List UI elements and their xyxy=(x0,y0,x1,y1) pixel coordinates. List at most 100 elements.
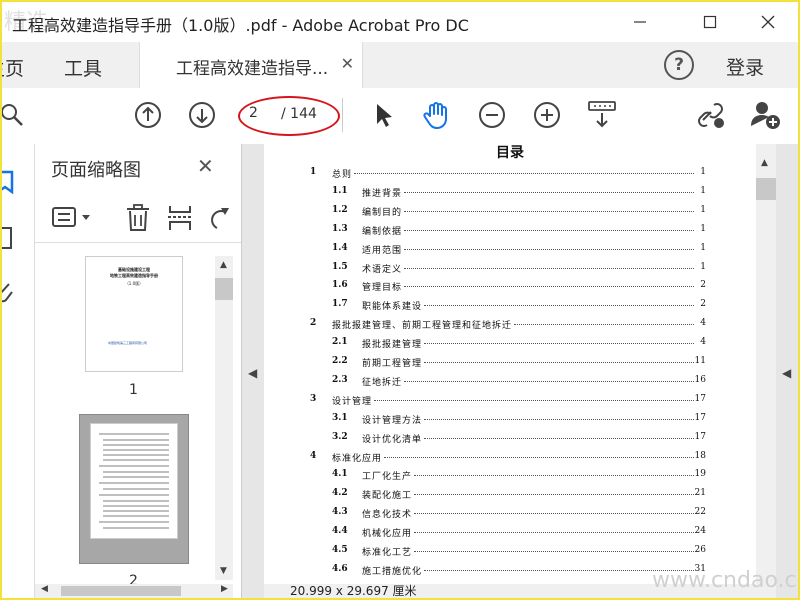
toc-row[interactable]: 1.1 推进背景 1 xyxy=(264,183,756,199)
toc-leader xyxy=(424,362,694,363)
login-button[interactable]: 登录 xyxy=(726,53,764,80)
toc-leader xyxy=(424,418,694,420)
toc-text: 征地拆迁 xyxy=(362,377,403,388)
scroll-down-arrow-icon[interactable]: ▼ xyxy=(220,566,227,576)
thumbnail-vertical-scrollbar[interactable]: ▲ ▼ xyxy=(215,256,233,580)
hand-icon[interactable] xyxy=(422,100,452,130)
doc-scroll-up-arrow-icon[interactable]: ▲ xyxy=(761,158,768,168)
close-icon xyxy=(761,15,775,29)
toc-page-number: 16 xyxy=(694,374,706,385)
toc-page-number: 1 xyxy=(700,185,706,196)
keyboard-icon[interactable] xyxy=(587,100,617,130)
toc-number: 4.1 xyxy=(332,469,348,480)
toc-row[interactable]: 1.4 适用范围 1 xyxy=(264,240,756,256)
thumb-toc-lines xyxy=(99,433,169,529)
tab-home[interactable]: 主页 xyxy=(2,54,24,81)
toc-row[interactable]: 3 设计管理 17 xyxy=(264,391,756,407)
extract-page-icon[interactable] xyxy=(167,204,193,236)
document-left-gutter: ◀ xyxy=(242,144,264,598)
toc-row[interactable]: 4.5 标准化工艺 26 xyxy=(264,542,756,558)
toc-number: 4.3 xyxy=(332,507,348,518)
toc-page-number: 1 xyxy=(700,223,706,234)
toc-row[interactable]: 4.2 装配化施工 21 xyxy=(264,485,756,501)
bookmark-panel-icon[interactable] xyxy=(2,170,16,200)
pages-panel-icon[interactable] xyxy=(2,226,16,256)
toc-row[interactable]: 1 总则 1 xyxy=(264,164,756,180)
options-menu-icon[interactable] xyxy=(51,206,95,234)
watermark: www.cndao.com xyxy=(652,568,798,593)
document-vertical-scrollbar[interactable]: ▲ xyxy=(756,144,776,598)
scroll-right-arrow-icon[interactable]: ▶ xyxy=(221,584,228,594)
close-window-button[interactable] xyxy=(748,6,788,38)
help-button[interactable]: ? xyxy=(664,50,694,80)
toc-page-number: 24 xyxy=(694,526,706,537)
toc-row[interactable]: 3.2 设计优化清单 17 xyxy=(264,429,756,445)
toolbar-divider xyxy=(342,98,343,132)
h-scroll-thumb[interactable] xyxy=(61,586,181,596)
toc-page-number: 4 xyxy=(700,318,706,329)
scroll-thumb[interactable] xyxy=(215,278,233,300)
toc-row[interactable]: 2 报批报建管理、前期工程管理和征地拆迁 4 xyxy=(264,315,756,331)
toc-row[interactable]: 4 标准化应用 18 xyxy=(264,448,756,464)
search-icon[interactable] xyxy=(2,100,28,130)
page-thumbnail-1[interactable]: 基础设施建设工程 地铁工程高效建造指导手册 （1.0版） 中国建筑第三工程局有限… xyxy=(85,256,183,372)
toc-row[interactable]: 4.3 信息化技术 22 xyxy=(264,504,756,520)
delete-page-icon[interactable] xyxy=(125,204,151,236)
toc-row[interactable]: 2.2 前期工程管理 11 xyxy=(264,353,756,369)
add-user-icon[interactable] xyxy=(750,100,780,130)
zoom-in-icon[interactable] xyxy=(532,100,562,130)
toc-text: 编制依据 xyxy=(362,226,403,237)
toc-row[interactable]: 1.2 编制目的 1 xyxy=(264,202,756,218)
thumbnail-selection[interactable] xyxy=(79,414,189,564)
tab-tools[interactable]: 工具 xyxy=(64,54,102,81)
toc-row[interactable]: 1.5 术语定义 1 xyxy=(264,259,756,275)
select-arrow-icon[interactable] xyxy=(368,100,398,130)
close-tab-icon[interactable]: ✕ xyxy=(341,54,354,73)
toc-page-number: 17 xyxy=(694,393,706,404)
toc-page-number: 21 xyxy=(694,488,706,499)
toc-row[interactable]: 1.7 职能体系建设 2 xyxy=(264,296,756,312)
thumb-line3: （1.0版） xyxy=(124,281,144,286)
toc-page-number: 19 xyxy=(694,469,706,480)
toc-page-number: 1 xyxy=(700,242,706,253)
page-down-icon[interactable] xyxy=(187,100,217,130)
thumbnail-panel-title: 页面缩略图 xyxy=(51,160,141,181)
toc-row[interactable]: 3.1 设计管理方法 17 xyxy=(264,410,756,426)
toc-row[interactable]: 2.1 报批报建管理 4 xyxy=(264,334,756,350)
toc-text: 施工措施优化 xyxy=(362,566,423,577)
tab-document[interactable]: 工程高效建造指导... ✕ xyxy=(139,42,363,88)
toc-row[interactable]: 4.4 机械化应用 24 xyxy=(264,523,756,539)
close-panel-icon[interactable]: ✕ xyxy=(197,154,214,178)
maximize-button[interactable] xyxy=(690,6,730,38)
attachment-icon[interactable] xyxy=(2,280,16,310)
page-up-icon[interactable] xyxy=(133,100,163,130)
toc-number: 4.2 xyxy=(332,488,348,499)
toc-text: 总则 xyxy=(332,170,353,180)
minimize-button[interactable] xyxy=(620,6,660,38)
zoom-out-icon[interactable] xyxy=(477,100,507,130)
scroll-left-arrow-icon[interactable]: ◀ xyxy=(41,584,48,594)
toc-number: 2.1 xyxy=(332,337,348,348)
collapse-left-panel-icon[interactable]: ◀ xyxy=(248,366,257,380)
thumb-footer: 中国建筑第三工程局有限公司 xyxy=(108,341,148,345)
share-link-icon[interactable] xyxy=(696,100,726,130)
document-page: 目录 1 总则 1 1.1 推进背景 1 1.2 编制目的 1 1.3 编制依据 1 1.4 适用范围 1 1… xyxy=(264,144,756,594)
thumbnail-horizontal-scrollbar[interactable]: ◀ ▶ xyxy=(35,584,233,598)
scroll-up-arrow-icon[interactable]: ▲ xyxy=(220,260,227,270)
toc-text: 设计管理 xyxy=(332,396,373,407)
toc-page-number: 4 xyxy=(700,337,706,348)
rotate-page-icon[interactable] xyxy=(207,204,231,236)
toc-row[interactable]: 1.6 管理目标 2 xyxy=(264,277,756,293)
toc-text: 设计管理方法 xyxy=(362,415,423,426)
toc-number: 4 xyxy=(310,450,317,461)
doc-scroll-thumb[interactable] xyxy=(756,178,776,200)
toc-row[interactable]: 4.1 工厂化生产 19 xyxy=(264,466,756,482)
toc-number: 2.3 xyxy=(332,374,348,385)
expand-right-panel-icon[interactable]: ◀ xyxy=(782,366,791,380)
toc-page-number: 22 xyxy=(694,507,706,518)
toc-row[interactable]: 1.3 编制依据 1 xyxy=(264,221,756,237)
highlight-ring xyxy=(238,96,340,136)
toc-title: 目录 xyxy=(496,145,524,161)
toc-text: 装配化施工 xyxy=(362,491,413,502)
toc-row[interactable]: 2.3 征地拆迁 16 xyxy=(264,372,756,388)
